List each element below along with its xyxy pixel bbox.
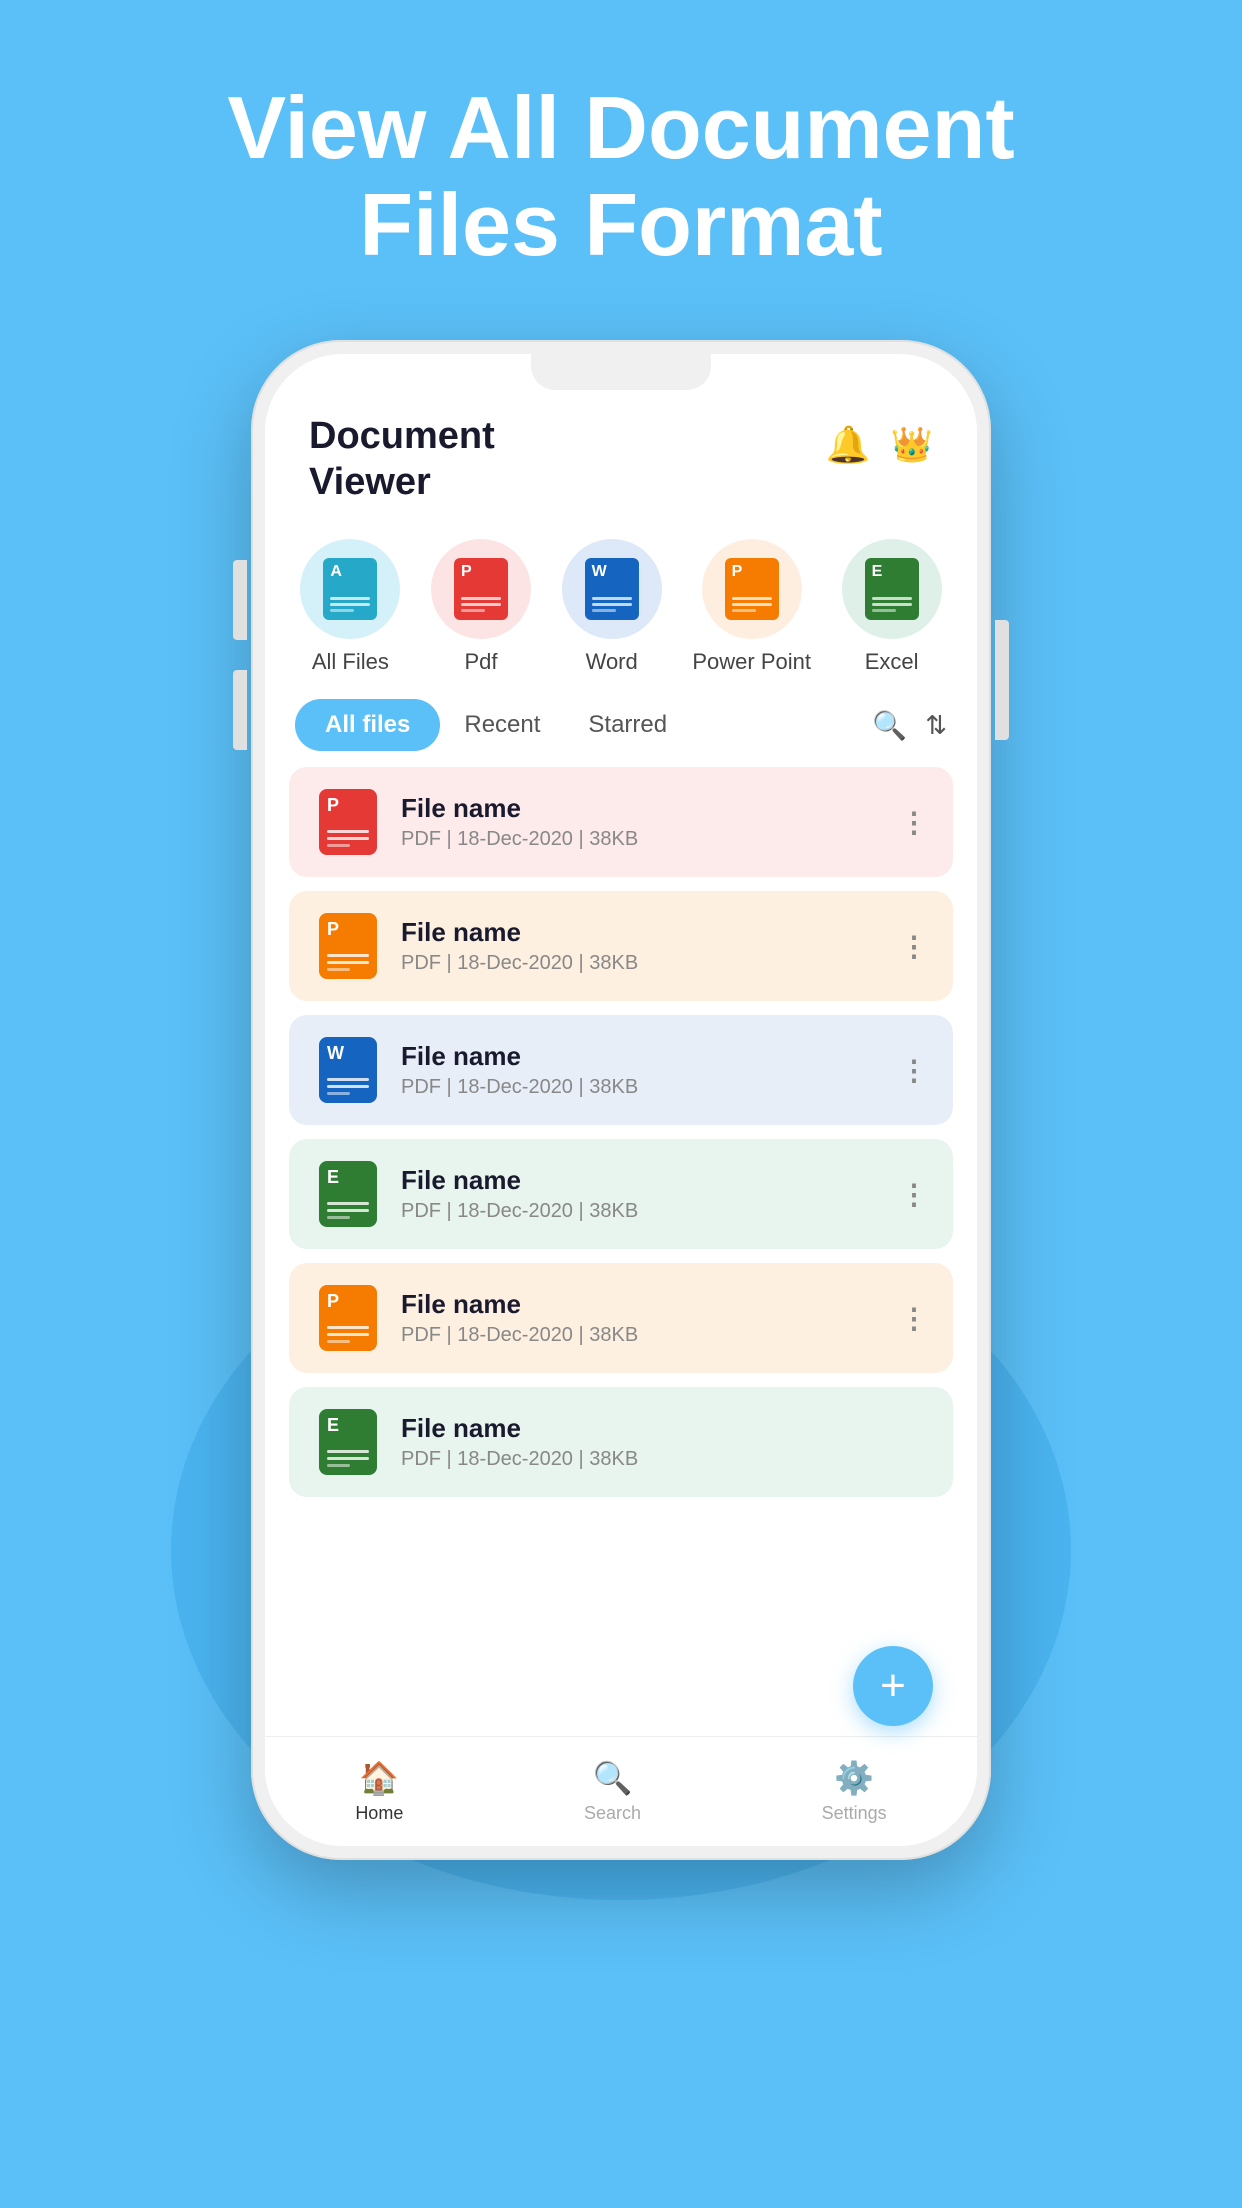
nav-search[interactable]: 🔍 Search — [584, 1759, 641, 1824]
hero-section: View All Document Files Format — [0, 0, 1242, 274]
category-word-label: Word — [586, 649, 638, 675]
category-word[interactable]: W Word — [562, 539, 662, 675]
search-icon[interactable]: 🔍 — [872, 709, 907, 742]
category-pdf[interactable]: P Pdf — [431, 539, 531, 675]
category-ppt-circle: P — [702, 539, 802, 639]
file-info: File name PDF | 18-Dec-2020 | 38KB — [401, 917, 882, 975]
header-icons: 🔔 👑 — [826, 424, 933, 466]
tab-recent[interactable]: Recent — [440, 699, 564, 751]
add-file-fab[interactable]: + — [853, 1646, 933, 1726]
file-meta: PDF | 18-Dec-2020 | 38KB — [401, 828, 882, 851]
side-button-volume-up — [233, 560, 247, 640]
file-name: File name — [401, 1041, 882, 1072]
file-menu-button[interactable]: ⋮ — [900, 1054, 929, 1087]
tab-starred[interactable]: Starred — [564, 699, 691, 751]
app-screen: Document Viewer 🔔 👑 A — [265, 354, 977, 1846]
app-title: Document Viewer — [309, 414, 495, 505]
file-name: File name — [401, 1289, 882, 1320]
file-icon: E — [313, 1407, 383, 1477]
nav-home-label: Home — [355, 1803, 403, 1824]
file-item[interactable]: P File name PDF | 18-Dec-2020 | 38KB — [289, 767, 953, 877]
tab-all-files[interactable]: All files — [295, 699, 440, 751]
bottom-navigation: 🏠 Home 🔍 Search ⚙️ Settings — [265, 1736, 977, 1846]
category-all-files[interactable]: A All Files — [300, 539, 400, 675]
file-list: P File name PDF | 18-Dec-2020 | 38KB — [265, 767, 977, 1736]
category-excel[interactable]: E Excel — [842, 539, 942, 675]
home-icon: 🏠 — [359, 1759, 399, 1797]
file-icon: W — [313, 1035, 383, 1105]
search-nav-icon: 🔍 — [593, 1759, 633, 1797]
file-icon: E — [313, 1159, 383, 1229]
category-excel-circle: E — [842, 539, 942, 639]
phone-outer: Document Viewer 🔔 👑 A — [251, 340, 991, 1860]
file-type-categories: A All Files — [265, 529, 977, 699]
bell-icon[interactable]: 🔔 — [826, 424, 871, 466]
category-ppt-label: Power Point — [692, 649, 811, 675]
file-icon: P — [313, 911, 383, 981]
file-menu-button[interactable]: ⋮ — [900, 1178, 929, 1211]
category-powerpoint[interactable]: P Power Point — [692, 539, 811, 675]
category-pdf-circle: P — [431, 539, 531, 639]
tabs-row: All files Recent Starred 🔍 ⇅ — [265, 699, 977, 751]
file-menu-button[interactable]: ⋮ — [900, 1302, 929, 1335]
category-pdf-label: Pdf — [464, 649, 497, 675]
file-info: File name PDF | 18-Dec-2020 | 38KB — [401, 1041, 882, 1099]
file-item[interactable]: P File name PDF | 18-Dec-2020 | 38KB — [289, 1263, 953, 1373]
file-meta: PDF | 18-Dec-2020 | 38KB — [401, 1200, 882, 1223]
file-menu-button[interactable]: ⋮ — [900, 806, 929, 839]
nav-home[interactable]: 🏠 Home — [355, 1759, 403, 1824]
file-name: File name — [401, 1413, 929, 1444]
phone-notch — [531, 354, 711, 390]
file-meta: PDF | 18-Dec-2020 | 38KB — [401, 952, 882, 975]
crown-icon[interactable]: 👑 — [891, 425, 933, 465]
file-menu-button[interactable]: ⋮ — [900, 930, 929, 963]
file-info: File name PDF | 18-Dec-2020 | 38KB — [401, 1413, 929, 1471]
file-meta: PDF | 18-Dec-2020 | 38KB — [401, 1324, 882, 1347]
phone-mockup: Document Viewer 🔔 👑 A — [251, 340, 991, 1900]
nav-search-label: Search — [584, 1803, 641, 1824]
file-item[interactable]: W File name PDF | 18-Dec-2020 | 38KB — [289, 1015, 953, 1125]
phone-screen: Document Viewer 🔔 👑 A — [265, 354, 977, 1846]
file-item[interactable]: P File name PDF | 18-Dec-2020 | 38KB — [289, 891, 953, 1001]
category-word-circle: W — [562, 539, 662, 639]
hero-title: View All Document Files Format — [0, 0, 1242, 274]
category-all-files-label: All Files — [312, 649, 389, 675]
nav-settings[interactable]: ⚙️ Settings — [822, 1759, 887, 1824]
settings-icon: ⚙️ — [834, 1759, 874, 1797]
nav-settings-label: Settings — [822, 1803, 887, 1824]
side-button-power — [995, 620, 1009, 740]
side-button-volume-down — [233, 670, 247, 750]
tab-action-icons: 🔍 ⇅ — [872, 709, 947, 742]
file-info: File name PDF | 18-Dec-2020 | 38KB — [401, 793, 882, 851]
file-item[interactable]: E File name PDF | 18-Dec-2020 | 38KB — [289, 1387, 953, 1497]
file-info: File name PDF | 18-Dec-2020 | 38KB — [401, 1289, 882, 1347]
file-meta: PDF | 18-Dec-2020 | 38KB — [401, 1448, 929, 1471]
file-name: File name — [401, 917, 882, 948]
file-meta: PDF | 18-Dec-2020 | 38KB — [401, 1076, 882, 1099]
file-name: File name — [401, 793, 882, 824]
category-all-files-circle: A — [300, 539, 400, 639]
file-icon: P — [313, 787, 383, 857]
category-excel-label: Excel — [865, 649, 919, 675]
file-icon: P — [313, 1283, 383, 1353]
file-item[interactable]: E File name PDF | 18-Dec-2020 | 38KB — [289, 1139, 953, 1249]
file-name: File name — [401, 1165, 882, 1196]
file-info: File name PDF | 18-Dec-2020 | 38KB — [401, 1165, 882, 1223]
sort-icon[interactable]: ⇅ — [925, 710, 947, 741]
